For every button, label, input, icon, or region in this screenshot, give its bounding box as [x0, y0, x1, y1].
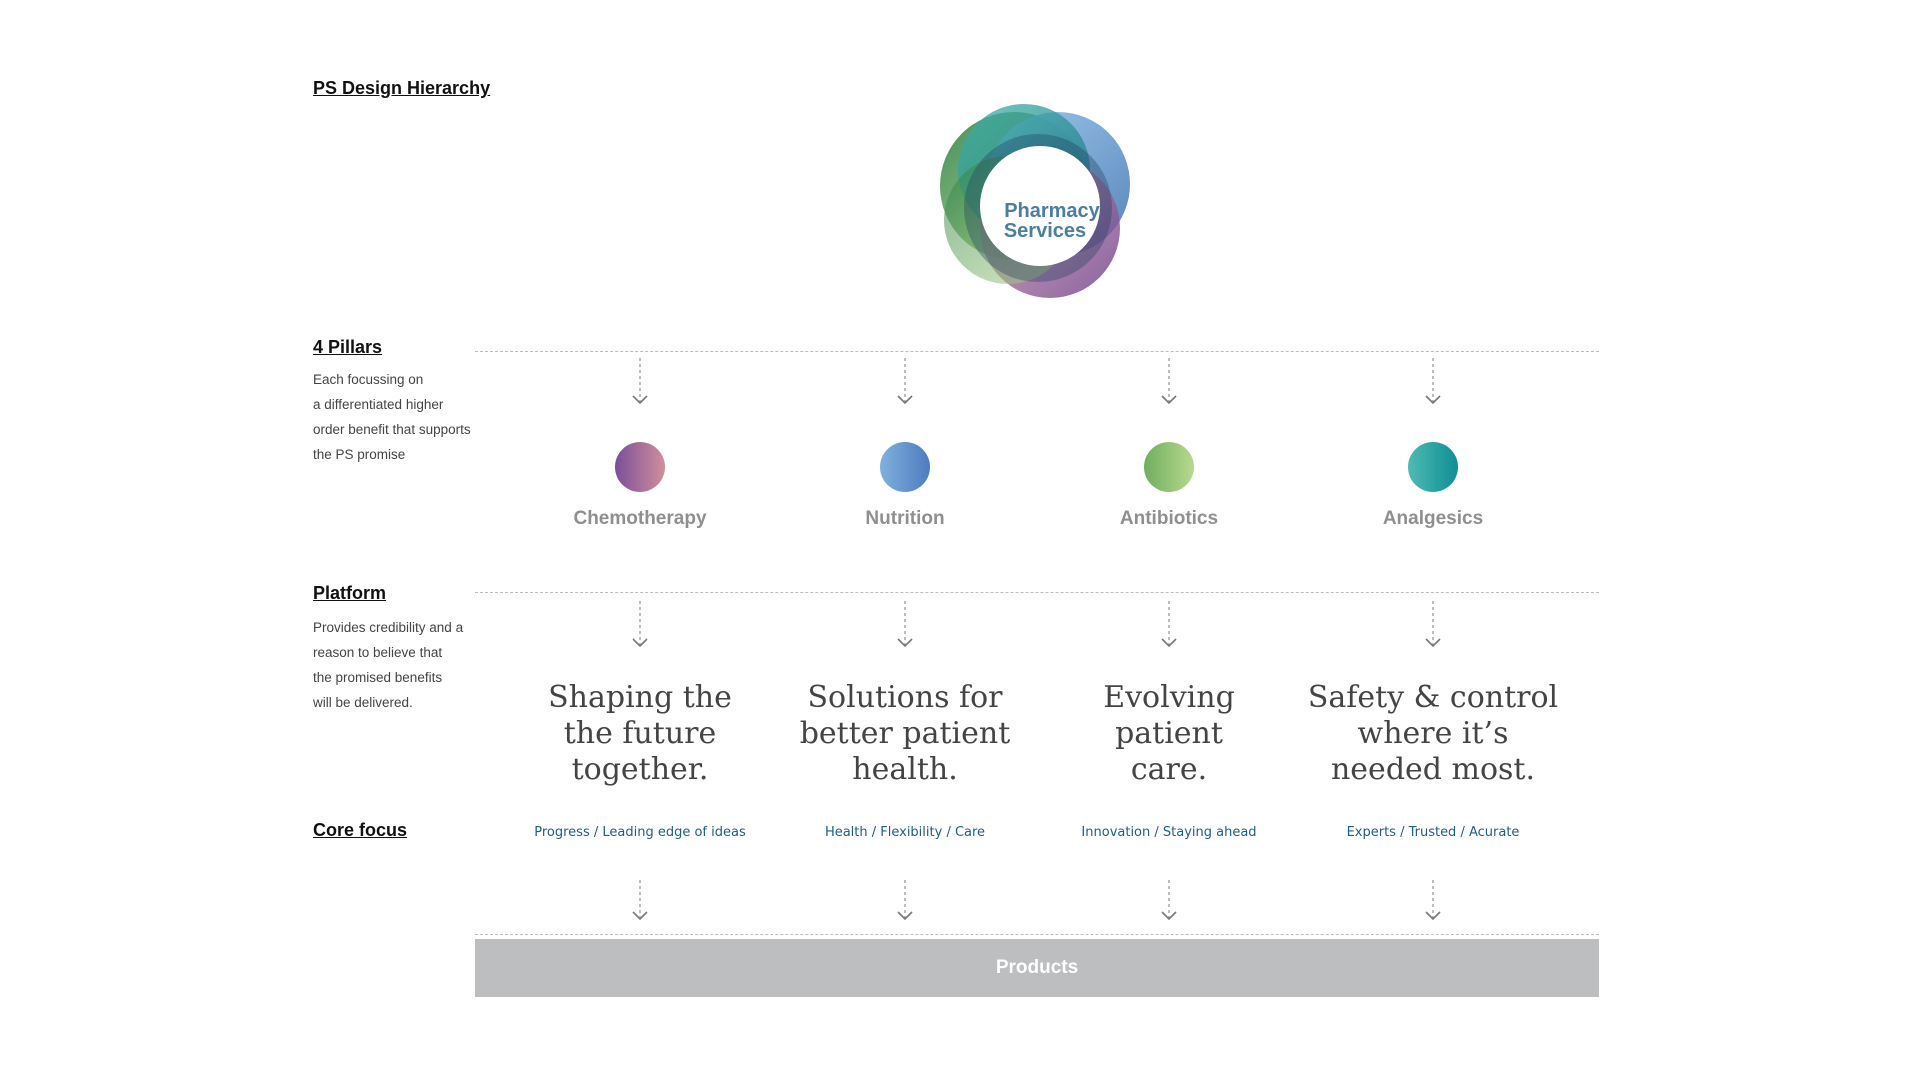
platform-desc-line: the promised benefits: [313, 670, 443, 685]
promise-line: where it’s: [1357, 716, 1509, 751]
analgesics-circle: [1408, 442, 1458, 492]
promise-line: health.: [852, 752, 958, 787]
pillars-description: Each focussing on a differentiated highe…: [313, 367, 493, 467]
platform-desc-line: reason to believe that: [313, 645, 443, 660]
nutrition-circle: [880, 442, 930, 492]
pillars-desc-line: order benefit that supports: [313, 422, 471, 437]
down-arrow-icon: [897, 880, 913, 921]
pillars-heading: 4 Pillars: [313, 337, 383, 357]
platform-promise-1: Shaping the the future together.: [510, 680, 770, 788]
promise-line: better patient: [799, 716, 1011, 751]
pillars-desc-line: Each focussing on: [313, 372, 424, 387]
products-divider: [475, 934, 1599, 935]
antibiotics-circle: [1144, 442, 1194, 492]
down-arrow-icon: [1161, 358, 1177, 405]
page-title: PS Design Hierarchy: [313, 78, 491, 98]
down-arrow-icon: [1161, 880, 1177, 921]
core-focus-2: Health / Flexibility / Care: [824, 825, 986, 840]
logo-text-line1: Pharmacy: [1004, 200, 1100, 222]
platform-promise-4: Safety & control where it’s needed most.: [1303, 680, 1563, 788]
products-label: Products: [995, 957, 1079, 978]
promise-line: Safety & control: [1307, 680, 1559, 715]
core-focus-3: Innovation / Staying ahead: [1081, 825, 1257, 840]
platform-desc-line: will be delivered.: [313, 695, 413, 710]
promise-line: care.: [1130, 752, 1208, 787]
core-focus-4: Experts / Trusted / Acurate: [1346, 825, 1520, 840]
logo-text-line2: Services: [1004, 220, 1086, 242]
promise-line: Shaping the: [548, 680, 732, 715]
promise-line: patient: [1115, 716, 1223, 751]
down-arrow-icon: [632, 880, 648, 921]
promise-line: Solutions for: [807, 680, 1003, 715]
pillar-label-chemotherapy: Chemotherapy: [573, 508, 707, 529]
platform-description: Provides credibility and a reason to bel…: [313, 615, 493, 715]
promise-line: the future: [563, 716, 717, 751]
products-bar: Products: [475, 939, 1599, 997]
pillar-label-nutrition: Nutrition: [865, 508, 945, 529]
down-arrow-icon: [632, 601, 648, 648]
down-arrow-icon: [1425, 358, 1441, 405]
core-focus-heading: Core focus: [313, 820, 408, 840]
pillars-desc-line: the PS promise: [313, 447, 406, 462]
core-focus-1: Progress / Leading edge of ideas: [534, 825, 746, 840]
pillar-label-analgesics: Analgesics: [1382, 508, 1484, 529]
chemotherapy-circle: [615, 442, 665, 492]
down-arrow-icon: [897, 601, 913, 648]
platform-divider: [475, 592, 1599, 593]
promise-line: Evolving: [1103, 680, 1235, 715]
pillars-desc-line: a differentiated higher: [313, 397, 444, 412]
promise-line: together.: [571, 752, 709, 787]
platform-desc-line: Provides credibility and a: [313, 620, 464, 635]
platform-heading: Platform: [313, 583, 387, 603]
platform-promise-2: Solutions for better patient health.: [775, 680, 1035, 788]
pillars-divider: [475, 351, 1599, 352]
down-arrow-icon: [897, 358, 913, 405]
promise-line: needed most.: [1330, 752, 1536, 787]
down-arrow-icon: [1425, 601, 1441, 648]
down-arrow-icon: [632, 358, 648, 405]
down-arrow-icon: [1161, 601, 1177, 648]
pharmacy-services-logo: Pharmacy Services: [940, 104, 1130, 298]
platform-promise-3: Evolving patient care.: [1039, 680, 1299, 788]
down-arrow-icon: [1425, 880, 1441, 921]
pillar-label-antibiotics: Antibiotics: [1119, 508, 1219, 529]
